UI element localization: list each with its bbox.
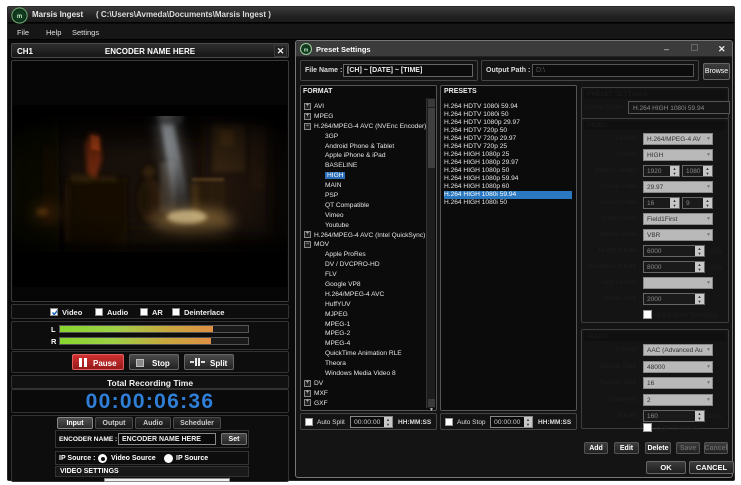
svg-text:m: m [17, 14, 22, 20]
svg-text:m: m [304, 48, 309, 54]
